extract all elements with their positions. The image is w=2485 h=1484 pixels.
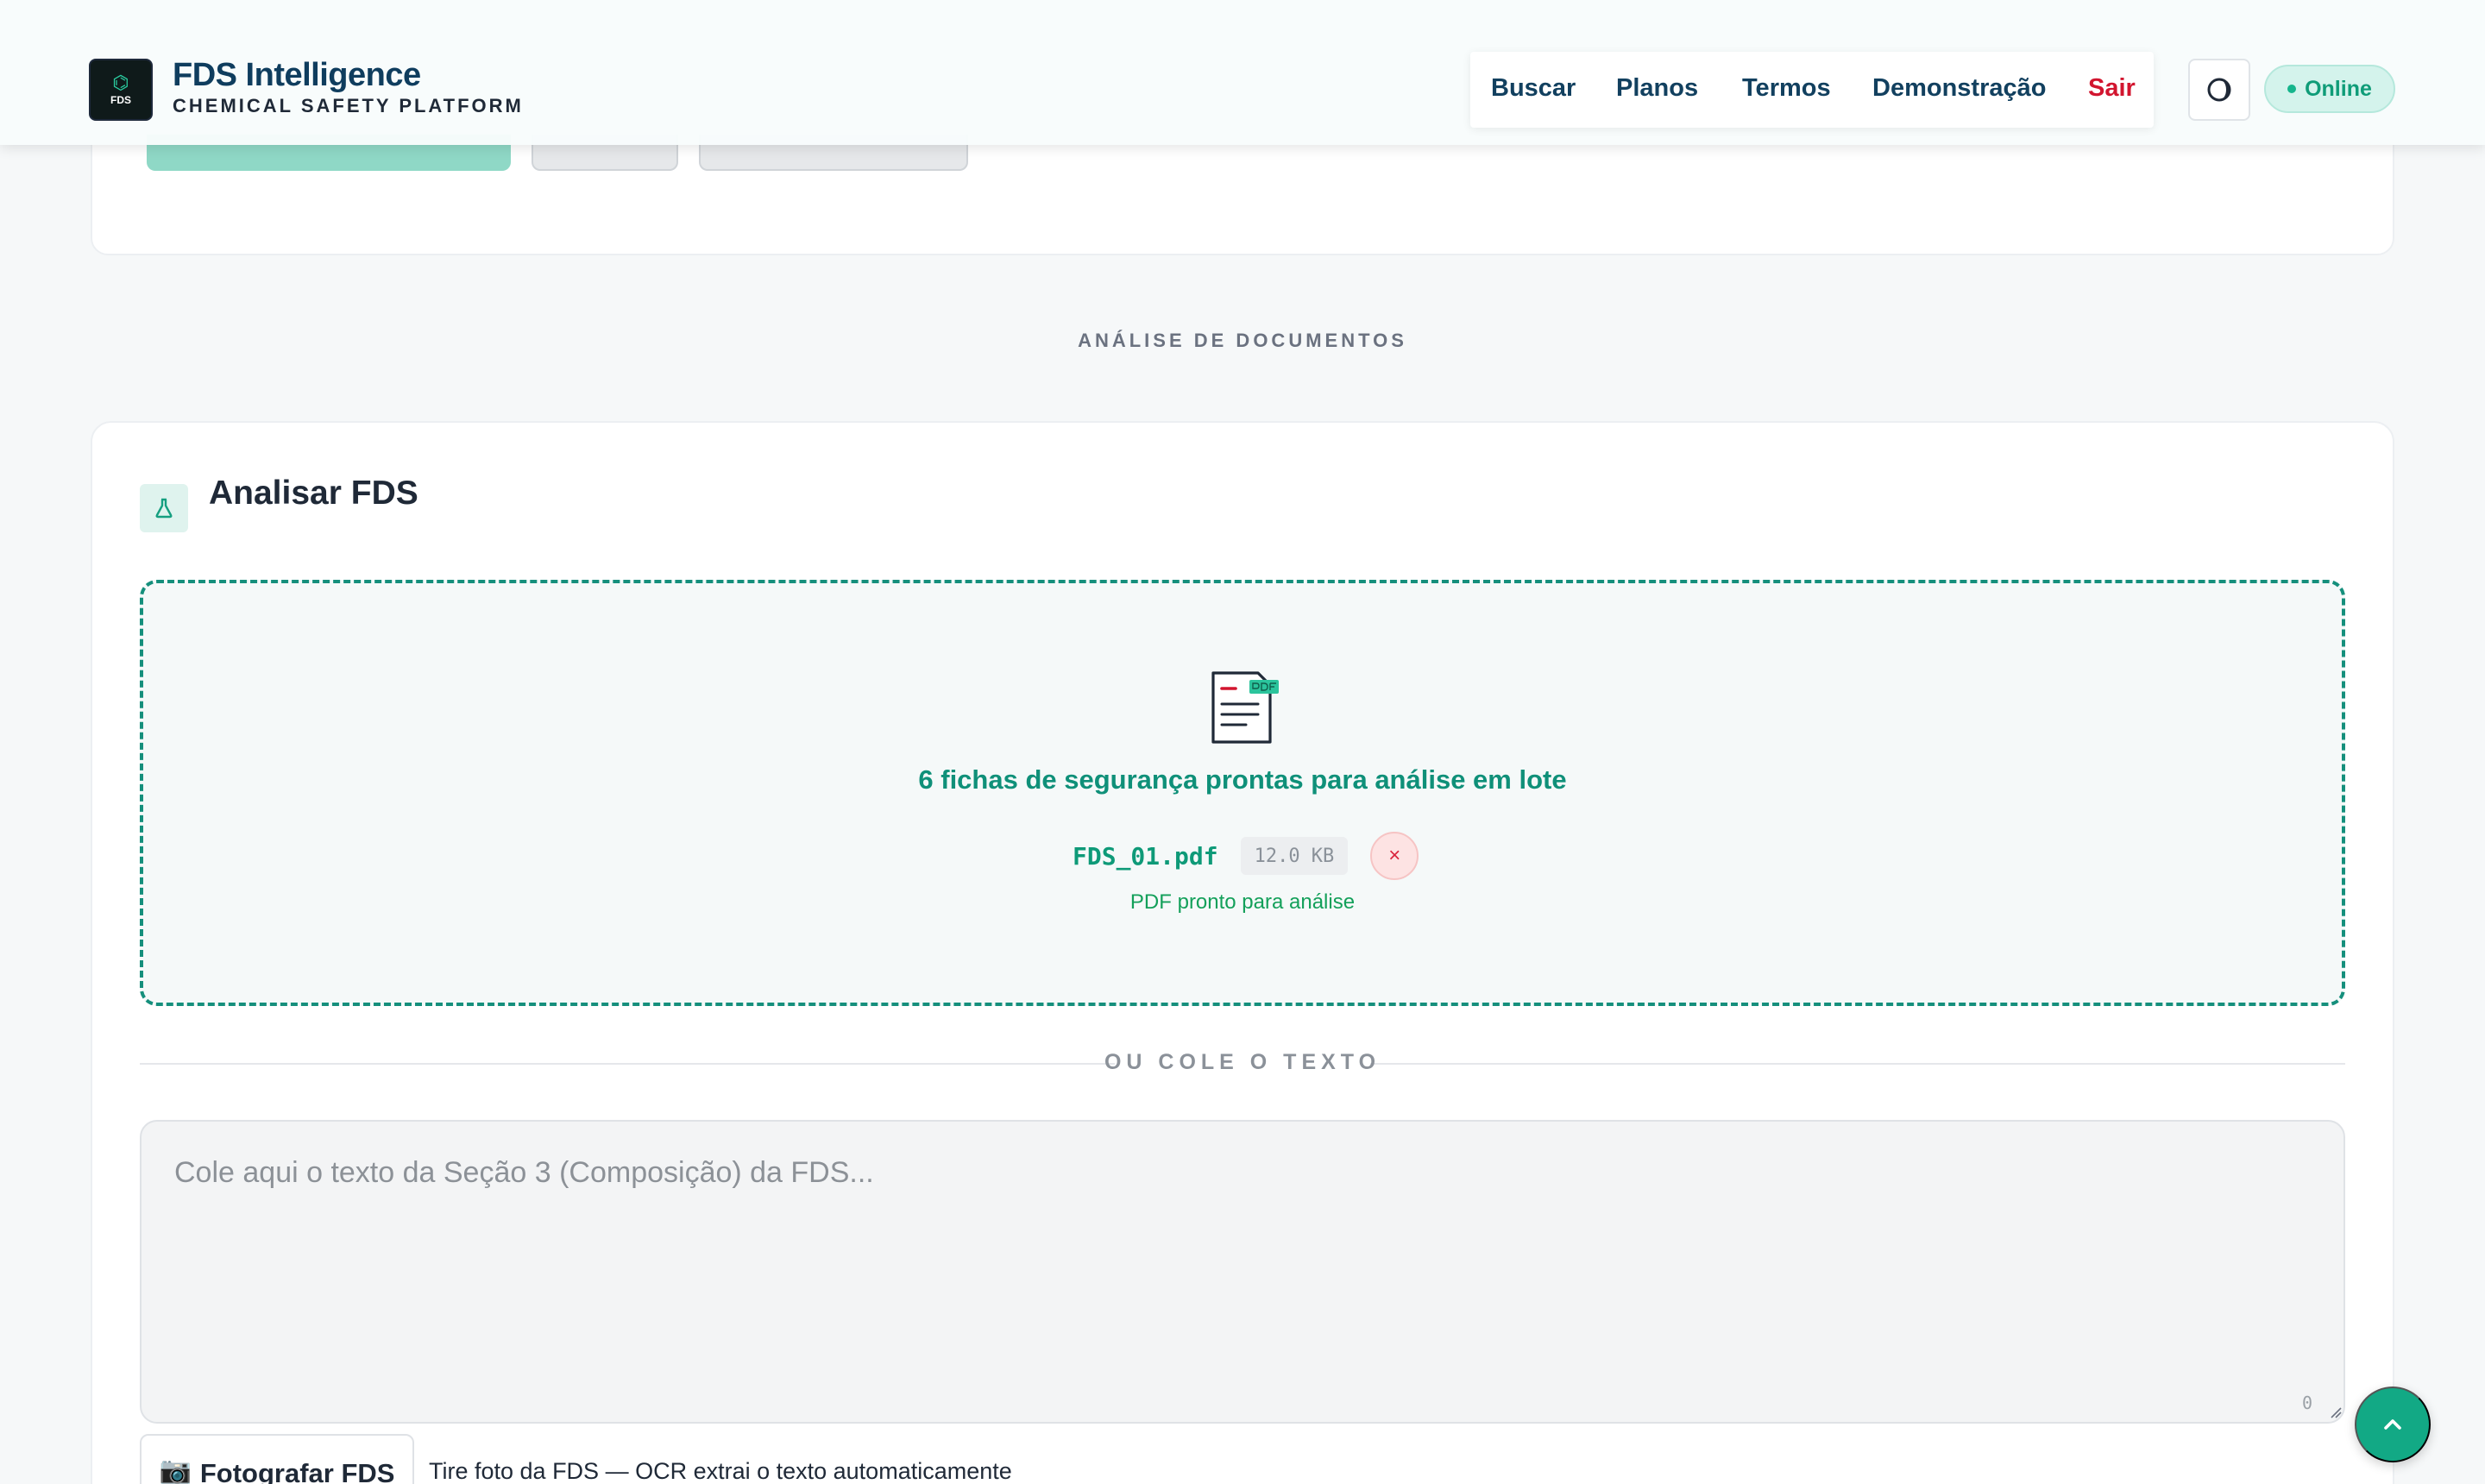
pdf-document-icon — [1211, 671, 1279, 744]
photograph-fds-label: Fotografar FDS — [199, 1458, 395, 1484]
top-header: ⌬ FDS FDS Intelligence CHEMICAL SAFETY P… — [0, 0, 2485, 145]
file-size-badge: 12.0 KB — [1240, 837, 1349, 875]
section-heading: ANÁLISE DE DOCUMENTOS — [1078, 330, 1407, 351]
file-status: PDF pronto para análise — [1129, 890, 1356, 914]
logo-text: FDS — [110, 94, 131, 106]
molecule-icon: ⌬ — [112, 72, 129, 93]
camera-icon: 📷 — [159, 1456, 192, 1484]
resize-handle-icon[interactable] — [2330, 1406, 2342, 1418]
card-title: Analisar FDS — [209, 475, 418, 512]
char-counter: 0 — [2302, 1393, 2313, 1413]
dropzone-title: 6 fichas de segurança prontas para análi… — [918, 764, 1567, 795]
nav-termos[interactable]: Termos — [1742, 74, 1831, 103]
status-dot-icon — [2287, 85, 2297, 93]
file-row: FDS_01.pdf 12.0 KB × — [1073, 832, 1419, 880]
file-name: FDS_01.pdf — [1073, 841, 1218, 871]
app-logo[interactable]: ⌬ FDS — [89, 59, 153, 121]
main-nav: Buscar Planos Termos Demonstração Sair — [1470, 52, 2154, 128]
brand-title: FDS Intelligence — [173, 57, 421, 93]
nav-demonstracao[interactable]: Demonstração — [1872, 74, 2046, 103]
photograph-fds-button[interactable]: 📷 Fotografar FDS — [140, 1434, 414, 1484]
theme-toggle-button[interactable] — [2188, 59, 2250, 121]
status-label: Online — [2305, 76, 2372, 101]
scroll-top-button[interactable] — [2355, 1387, 2431, 1462]
nav-buscar[interactable]: Buscar — [1491, 74, 1576, 103]
brand-subtitle: CHEMICAL SAFETY PLATFORM — [173, 95, 524, 116]
logout-link[interactable]: Sair — [2088, 74, 2136, 103]
fds-text-input[interactable] — [140, 1120, 2345, 1424]
flask-icon — [140, 484, 188, 532]
chevron-up-icon — [2384, 1419, 2401, 1430]
theme-icon — [2207, 78, 2231, 102]
remove-file-button[interactable]: × — [1370, 832, 1419, 880]
divider-label: OU COLE O TEXTO — [1104, 1050, 1381, 1074]
photo-hint: Tire foto da FDS — OCR extrai o texto au… — [429, 1458, 1012, 1484]
nav-planos[interactable]: Planos — [1616, 74, 1698, 103]
status-badge: Online — [2264, 65, 2395, 113]
